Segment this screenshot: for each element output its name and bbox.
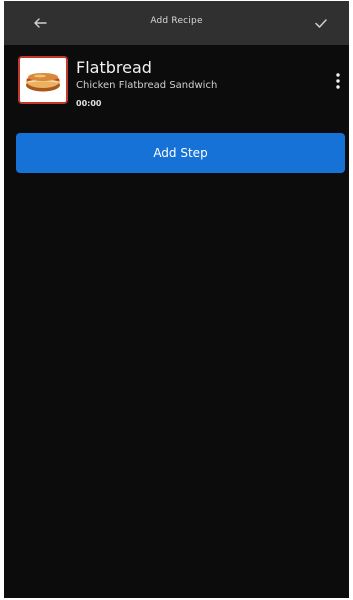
recipe-header: Flatbread Chicken Flatbread Sandwich 00:… <box>4 45 349 123</box>
more-vertical-icon <box>336 73 340 89</box>
recipe-description: Chicken Flatbread Sandwich <box>76 80 218 91</box>
flatbread-sandwich-image <box>20 58 66 102</box>
check-icon <box>315 19 327 28</box>
recipe-thumbnail[interactable] <box>18 56 68 104</box>
add-step-button[interactable]: Add Step <box>16 133 345 173</box>
page-title: Add Recipe <box>150 16 203 26</box>
recipe-name: Flatbread <box>76 58 152 77</box>
app-bar: Add Recipe <box>4 1 349 45</box>
recipe-menu-button[interactable] <box>333 72 343 90</box>
steps-list <box>4 183 349 598</box>
recipe-time: 00:00 <box>76 99 102 108</box>
save-button[interactable] <box>313 15 329 31</box>
app-screen: Add Recipe Flatbread Chicken Flatbread S… <box>4 1 349 598</box>
